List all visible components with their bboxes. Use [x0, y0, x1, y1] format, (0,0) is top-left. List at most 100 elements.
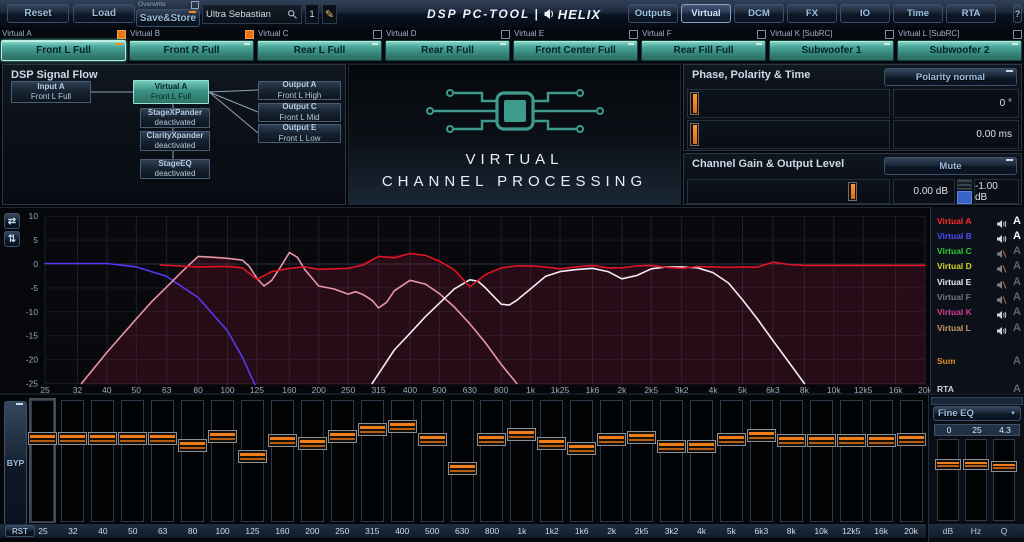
legend-channel-name[interactable]: Virtual A	[937, 216, 996, 226]
flow-output-box-3[interactable]: Output EFront L Low	[258, 124, 341, 143]
eq-band-handle-800[interactable]	[477, 433, 506, 446]
eq-band-handle-50[interactable]	[118, 432, 147, 445]
help-button[interactable]: ?	[1013, 4, 1022, 23]
solo-button[interactable]: A	[1010, 355, 1021, 367]
eq-band-track-20k[interactable]	[900, 400, 923, 522]
flow-virtual-box[interactable]: Virtual A Front L Full	[133, 80, 209, 104]
eq-band-handle-25[interactable]	[28, 432, 57, 445]
eq-band-handle-200[interactable]	[298, 437, 327, 450]
solo-button[interactable]: A	[1010, 291, 1021, 303]
eq-band-track-400[interactable]	[391, 400, 414, 522]
mute-toggle-muted[interactable]	[996, 292, 1010, 302]
eq-band-track-315[interactable]	[361, 400, 384, 522]
eq-band-handle-32[interactable]	[58, 432, 87, 445]
eq-band-handle-6k3[interactable]	[747, 429, 776, 442]
preset-name-field[interactable]: Ultra Sebastian	[202, 4, 302, 24]
mute-toggle-muted[interactable]	[996, 277, 1010, 287]
legend-channel-name[interactable]: Virtual C	[937, 246, 996, 256]
toolbar-button-virtual[interactable]: Virtual	[681, 4, 731, 23]
eq-band-track-8k[interactable]	[780, 400, 803, 522]
legend-channel-name[interactable]: Virtual L	[937, 323, 996, 333]
toolbar-button-time[interactable]: Time	[893, 4, 943, 23]
eq-band-handle-12k5[interactable]	[837, 434, 866, 447]
eq-band-handle-250[interactable]	[328, 430, 357, 443]
eq-band-handle-10k[interactable]	[807, 434, 836, 447]
fine-eq-handle-hz[interactable]	[963, 459, 989, 470]
time-slider[interactable]	[687, 120, 890, 149]
phase-slider-handle[interactable]	[690, 92, 699, 115]
channel-link-checkbox[interactable]	[629, 30, 638, 39]
eq-band-handle-630[interactable]	[448, 462, 477, 475]
eq-band-handle-100[interactable]	[208, 430, 237, 443]
mute-toggle[interactable]	[996, 307, 1010, 317]
eq-band-track-500[interactable]	[421, 400, 444, 522]
eq-band-track-50[interactable]	[121, 400, 144, 522]
toolbar-button-io[interactable]: IO	[840, 4, 890, 23]
mute-button[interactable]: Mute	[884, 157, 1017, 175]
gain-slider-handle[interactable]	[848, 182, 857, 201]
eq-band-handle-125[interactable]	[238, 450, 267, 463]
flow-stage-box-3[interactable]: StageEQdeactivated	[140, 159, 210, 179]
channel-link-checkbox[interactable]	[885, 30, 894, 39]
channel-tab-front-r-full[interactable]: Front R Full	[129, 40, 254, 61]
fine-eq-handle-db[interactable]	[935, 459, 961, 470]
fine-eq-handle-q[interactable]	[991, 461, 1017, 472]
mute-toggle[interactable]	[996, 231, 1010, 241]
eq-band-handle-2k[interactable]	[597, 433, 626, 446]
eq-band-track-100[interactable]	[211, 400, 234, 522]
eq-band-track-80[interactable]	[181, 400, 204, 522]
polarity-button[interactable]: Polarity normal	[884, 68, 1017, 86]
channel-tab-front-center-full[interactable]: Front Center Full	[513, 40, 638, 61]
fine-eq-dropdown[interactable]: Fine EQ ▼	[933, 406, 1021, 421]
zoom-vertical-button[interactable]: ⇅	[4, 231, 20, 247]
eq-band-track-2k5[interactable]	[630, 400, 653, 522]
gain-slider[interactable]	[687, 179, 890, 204]
eq-band-track-63[interactable]	[151, 400, 174, 522]
edit-preset-icon[interactable]: ✎	[322, 4, 337, 24]
flow-output-box-2[interactable]: Output CFront L Mid	[258, 103, 341, 122]
eq-band-handle-1k[interactable]	[507, 428, 536, 441]
legend-sum-name[interactable]: Sum	[937, 356, 1010, 366]
flow-input-box[interactable]: Input A Front L Full	[11, 81, 91, 103]
toolbar-button-rta[interactable]: RTA	[946, 4, 996, 23]
eq-band-handle-1k6[interactable]	[567, 442, 596, 455]
toolbar-button-outputs[interactable]: Outputs	[628, 4, 678, 23]
toolbar-button-fx[interactable]: FX	[787, 4, 837, 23]
phase-slider[interactable]	[687, 89, 890, 118]
load-button[interactable]: Load	[73, 4, 135, 23]
legend-channel-name[interactable]: Virtual E	[937, 277, 996, 287]
eq-band-handle-3k2[interactable]	[657, 440, 686, 453]
eq-band-track-5k[interactable]	[720, 400, 743, 522]
eq-band-track-16k[interactable]	[870, 400, 893, 522]
solo-button[interactable]: A	[1010, 245, 1021, 257]
eq-band-track-4k[interactable]	[690, 400, 713, 522]
eq-band-handle-500[interactable]	[418, 433, 447, 446]
fine-eq-scrollbar[interactable]	[931, 397, 1023, 405]
fine-eq-track-q[interactable]	[993, 439, 1015, 521]
fine-eq-track-hz[interactable]	[965, 439, 987, 521]
channel-tab-rear-fill-full[interactable]: Rear Fill Full	[641, 40, 766, 61]
solo-button[interactable]: A	[1010, 260, 1021, 272]
eq-band-track-10k[interactable]	[810, 400, 833, 522]
mute-toggle[interactable]	[996, 323, 1010, 333]
eq-band-track-1k[interactable]	[510, 400, 533, 522]
legend-channel-name[interactable]: Virtual B	[937, 231, 996, 241]
eq-band-handle-16k[interactable]	[867, 434, 896, 447]
eq-band-track-12k5[interactable]	[840, 400, 863, 522]
legend-channel-name[interactable]: Virtual K	[937, 307, 996, 317]
flow-stage-box-1[interactable]: StageXPanderdeactivated	[140, 108, 210, 128]
eq-band-handle-80[interactable]	[178, 439, 207, 452]
flow-stage-box-2[interactable]: ClarityXpanderdeactivated	[140, 131, 210, 151]
eq-band-handle-40[interactable]	[88, 432, 117, 445]
legend-channel-name[interactable]: Virtual D	[937, 261, 996, 271]
solo-button[interactable]: A	[1010, 276, 1021, 288]
channel-tab-rear-r-full[interactable]: Rear R Full	[385, 40, 510, 61]
reset-button[interactable]: Reset	[7, 4, 69, 23]
channel-link-checkbox[interactable]	[1013, 30, 1022, 39]
mute-toggle-muted[interactable]	[996, 246, 1010, 256]
eq-band-track-40[interactable]	[91, 400, 114, 522]
legend-rta-name[interactable]: RTA	[937, 384, 1010, 394]
channel-tab-subwoofer-1[interactable]: Subwoofer 1	[769, 40, 894, 61]
eq-band-track-32[interactable]	[61, 400, 84, 522]
eq-band-handle-8k[interactable]	[777, 434, 806, 447]
